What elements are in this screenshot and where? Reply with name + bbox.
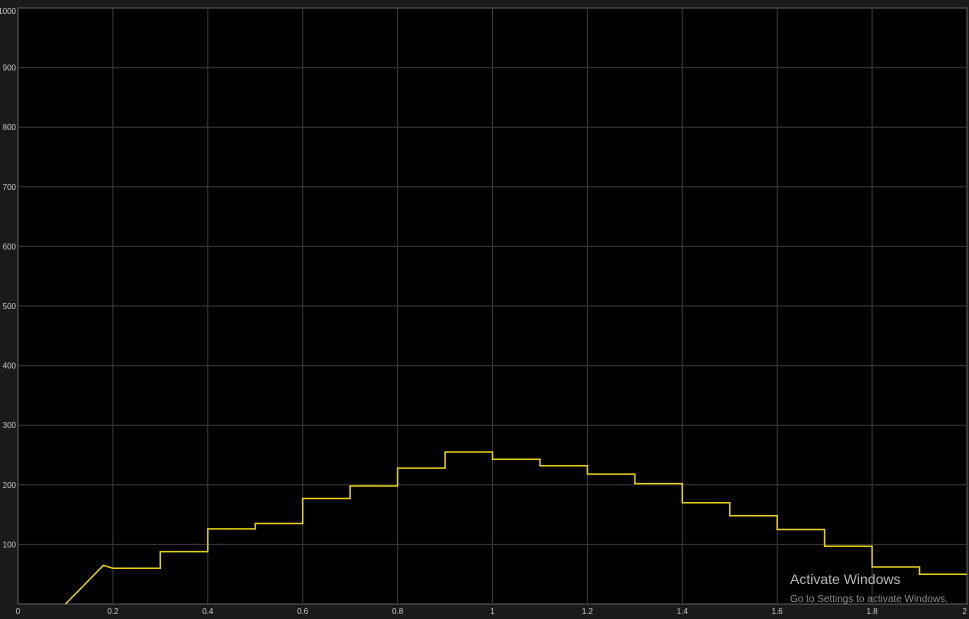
x-tick-label: 1.6 bbox=[772, 607, 784, 616]
y-tick-label: 300 bbox=[3, 421, 17, 430]
x-tick-label: 0.6 bbox=[297, 607, 309, 616]
y-tick-label: 400 bbox=[3, 362, 17, 371]
y-tick-label: 200 bbox=[3, 481, 17, 490]
x-tick-label: 1.4 bbox=[677, 607, 689, 616]
y-tick-label: 700 bbox=[3, 183, 17, 192]
y-tick-label: 100 bbox=[3, 540, 17, 549]
y-tick-label: 600 bbox=[3, 242, 17, 251]
x-tick-label: 1.2 bbox=[582, 607, 594, 616]
x-tick-label: 0 bbox=[16, 607, 21, 616]
x-tick-label: 1.8 bbox=[867, 607, 879, 616]
activate-windows-subtitle: Go to Settings to activate Windows. bbox=[790, 594, 948, 605]
y-tick-label: 800 bbox=[3, 123, 17, 132]
x-tick-label: 0.4 bbox=[202, 607, 214, 616]
x-tick-label: 0.2 bbox=[107, 607, 119, 616]
x-tick-label: 2 bbox=[963, 607, 968, 616]
y-tick-label: 500 bbox=[3, 302, 17, 311]
x-tick-label: 0.8 bbox=[392, 607, 404, 616]
x-tick-label: 1 bbox=[490, 607, 495, 616]
y-tick-label: 900 bbox=[3, 64, 17, 73]
activate-windows-title: Activate Windows bbox=[790, 571, 901, 587]
x-axis-ticks: 0 0.2 0.4 0.6 0.8 1 1.2 1.4 1.6 1.8 2 bbox=[16, 607, 968, 616]
y-tick-label: 1000 bbox=[0, 7, 17, 16]
scope-plot: 1002003004005006007008009001000 0 0.2 0.4 0… bbox=[0, 7, 968, 616]
y-axis-ticks: 100 200 300 400 500 600 700 800 900 1000 bbox=[0, 7, 17, 549]
